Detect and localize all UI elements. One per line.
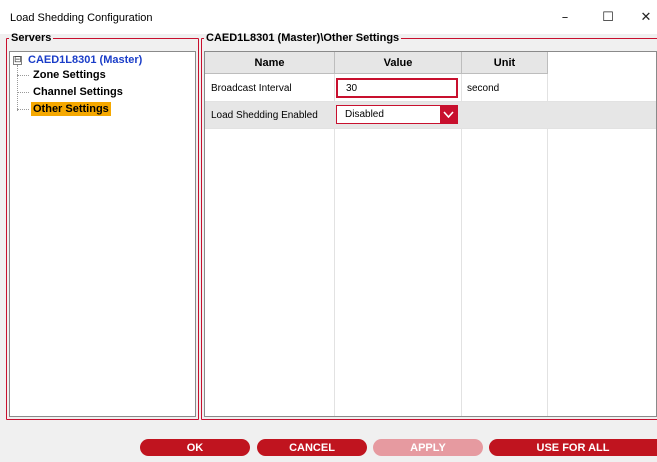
apply-button[interactable]: APPLY: [373, 439, 483, 456]
row-name: Load Shedding Enabled: [211, 110, 318, 121]
row-name: Broadcast Interval: [211, 83, 292, 94]
table-row: Load Shedding Enabled Disabled: [205, 102, 656, 129]
close-button[interactable]: ✕: [626, 4, 657, 30]
load-shedding-enabled-dropdown[interactable]: Disabled: [336, 105, 458, 124]
table-row: Broadcast Interval 30 second: [205, 75, 656, 102]
column-header-name[interactable]: Name: [205, 52, 335, 74]
column-header-unit[interactable]: Unit: [462, 52, 548, 74]
title-bar: Load Shedding Configuration – ☐ ✕: [0, 0, 657, 34]
use-for-all-button[interactable]: USE FOR ALL: [489, 439, 657, 456]
broadcast-interval-value: 30: [346, 82, 358, 94]
minimize-icon: –: [561, 9, 569, 25]
tree-item-channel-settings[interactable]: Channel Settings: [17, 85, 125, 99]
ok-button[interactable]: OK: [140, 439, 250, 456]
maximize-icon: ☐: [602, 9, 614, 25]
tree-item-other-settings[interactable]: Other Settings: [17, 102, 111, 116]
broadcast-interval-input[interactable]: 30: [336, 78, 458, 98]
tree-item-label[interactable]: Zone Settings: [31, 68, 108, 82]
tree-item-zone-settings[interactable]: Zone Settings: [17, 68, 108, 82]
tree-branch-line: [17, 108, 29, 110]
dropdown-selected-value: Disabled: [345, 109, 384, 120]
tree-item-label[interactable]: Other Settings: [31, 102, 111, 116]
tree-branch-line: [17, 74, 29, 76]
servers-legend: Servers: [11, 32, 52, 44]
tree-root-node[interactable]: ⊟ CAED1L8301 (Master): [13, 54, 142, 66]
settings-grid: Name Value Unit Broadcast Interval 30 se…: [204, 51, 657, 417]
collapse-icon[interactable]: ⊟: [13, 55, 22, 65]
server-tree: ⊟ CAED1L8301 (Master) Zone Settings Chan…: [9, 51, 196, 417]
close-icon: ✕: [640, 9, 652, 25]
tree-item-label[interactable]: Channel Settings: [31, 85, 125, 99]
other-settings-legend: CAED1L8301 (Master)\Other Settings: [206, 32, 400, 44]
window-title: Load Shedding Configuration: [10, 12, 153, 24]
column-header-value[interactable]: Value: [335, 52, 462, 74]
chevron-down-icon[interactable]: [440, 106, 457, 123]
cancel-button[interactable]: CANCEL: [257, 439, 367, 456]
minimize-button[interactable]: –: [545, 4, 585, 30]
tree-branch-line: [17, 91, 29, 93]
maximize-button[interactable]: ☐: [588, 4, 628, 30]
tree-root-label[interactable]: CAED1L8301 (Master): [28, 54, 142, 66]
row-unit: second: [467, 83, 500, 94]
